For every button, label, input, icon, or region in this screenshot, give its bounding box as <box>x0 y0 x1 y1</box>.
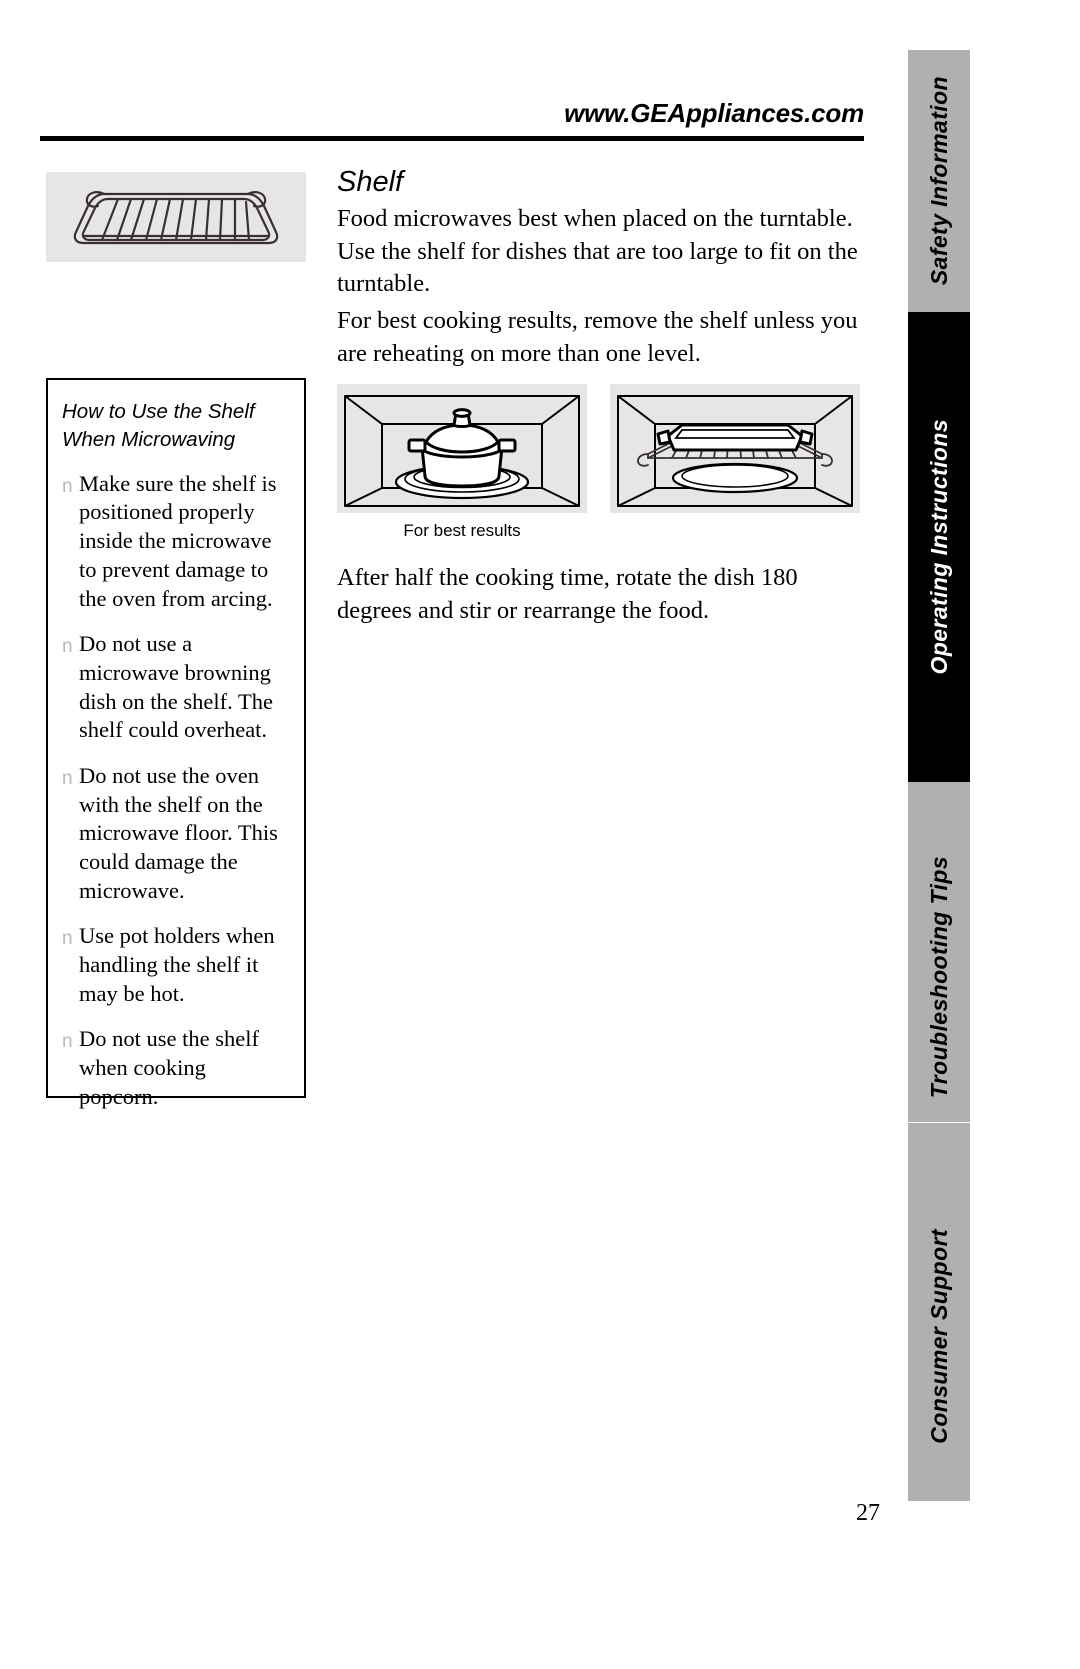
body-paragraph: Food microwaves best when placed on the … <box>337 205 858 298</box>
list-item: n Do not use the oven with the shelf on … <box>62 762 290 905</box>
list-item: n Do not use the shelf when cooking popc… <box>62 1025 290 1111</box>
tab-label: Consumer Support <box>925 1229 952 1444</box>
list-item-text: Use pot holders when handling the shelf … <box>79 923 275 1006</box>
tab-label: Safety Information <box>925 76 952 286</box>
figure-baking-dish-on-shelf <box>610 384 860 513</box>
list-item-text: Do not use the shelf when cooking popcor… <box>79 1026 259 1109</box>
list-item-text: Do not use the oven with the shelf on th… <box>79 762 278 903</box>
tip-box-title-line-2: When Microwaving <box>62 427 236 451</box>
header-rule <box>40 136 864 141</box>
tip-box-title: How to Use the Shelf When Microwaving <box>62 398 290 454</box>
dish-on-shelf-illustration-icon <box>617 395 853 507</box>
tab-divider <box>908 1122 970 1123</box>
list-item: n Make sure the shelf is positioned prop… <box>62 470 290 613</box>
tip-box-title-line-1: How to Use the Shelf <box>62 400 255 423</box>
list-item: n Do not use a microwave browning dish o… <box>62 630 290 745</box>
list-item-text: Make sure the shelf is positioned proper… <box>79 470 277 611</box>
bullet-square-icon: n <box>62 1031 73 1053</box>
document-page: www.GEAppliances.com How to Use the Shel… <box>0 0 1080 1669</box>
section-heading: Shelf <box>337 166 404 198</box>
site-url-header: www.GEAppliances.com <box>564 98 864 128</box>
bullet-square-icon: n <box>62 475 73 497</box>
section-tab-rail: Safety Information Operating Instruction… <box>908 50 970 1501</box>
tab-operating-instructions[interactable]: Operating Instructions <box>908 312 970 782</box>
body-paragraph: For best cooking results, remove the she… <box>337 307 858 367</box>
bullet-square-icon: n <box>62 636 73 658</box>
tab-label: Operating Instructions <box>925 419 952 675</box>
list-item-text: Do not use a microwave browning dish on … <box>79 631 273 743</box>
bullet-square-icon: n <box>62 928 73 950</box>
figure-caption: For best results <box>403 521 521 540</box>
tab-label: Troubleshooting Tips <box>925 855 952 1099</box>
tab-troubleshooting-tips[interactable]: Troubleshooting Tips <box>908 782 970 1172</box>
tab-consumer-support[interactable]: Consumer Support <box>908 1172 970 1501</box>
body-paragraph: After half the cooking time, rotate the … <box>337 564 798 624</box>
covered-pot-illustration-icon <box>344 395 580 507</box>
wire-shelf-icon <box>73 191 279 245</box>
tab-safety-information[interactable]: Safety Information <box>908 50 970 312</box>
bullet-square-icon: n <box>62 767 73 789</box>
figure-covered-pot-on-turntable <box>337 384 587 513</box>
wire-shelf-illustration <box>46 172 306 262</box>
list-item: n Use pot holders when handling the shel… <box>62 922 290 1008</box>
tip-box: How to Use the Shelf When Microwaving n … <box>46 378 306 1109</box>
page-number: 27 <box>856 1500 880 1526</box>
